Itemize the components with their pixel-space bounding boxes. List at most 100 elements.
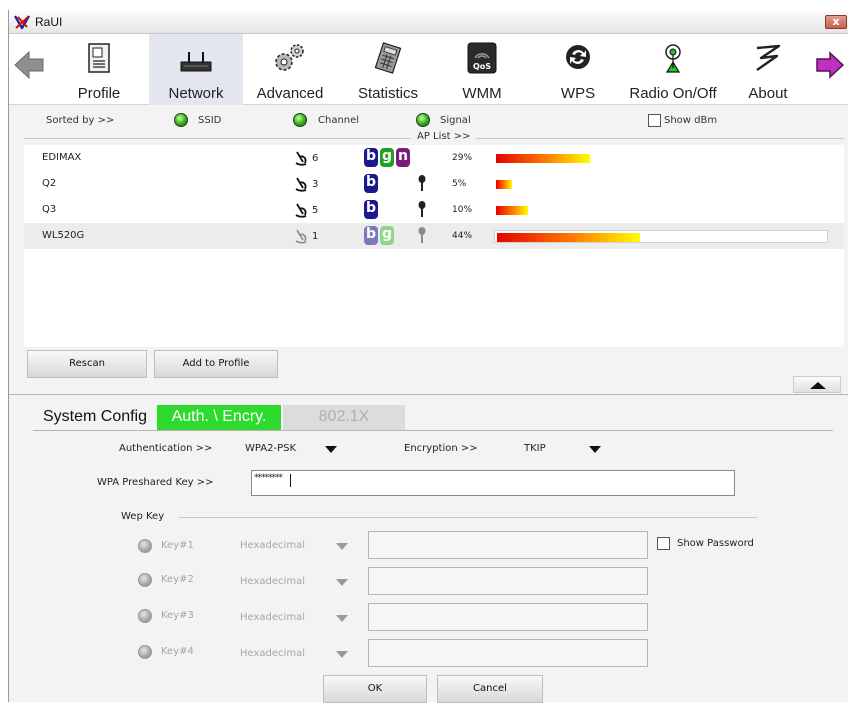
ok-button[interactable]: OK [323, 675, 427, 703]
psk-input[interactable]: ******** [251, 470, 735, 496]
ap-signal-percent: 29% [452, 153, 473, 163]
add-to-profile-button[interactable]: Add to Profile [154, 350, 278, 378]
ap-list-label: AP List >> [411, 131, 477, 142]
tab-system-config[interactable]: System Config [35, 405, 155, 431]
signal-bar [494, 204, 828, 217]
cancel-button[interactable]: Cancel [437, 675, 543, 703]
mode-b-badge: b [364, 148, 378, 167]
authentication-dropdown-icon[interactable] [325, 446, 337, 453]
lock-icon [418, 227, 426, 243]
wep-key2-format: Hexadecimal [240, 576, 305, 587]
wep-key1-dropdown-icon [336, 543, 348, 550]
channel-icon [295, 151, 307, 166]
wep-key2-radio[interactable] [138, 573, 152, 587]
ap-ssid: Q2 [42, 178, 57, 189]
wep-key3-label: Key#3 [161, 610, 194, 621]
signal-bar [494, 152, 828, 165]
wep-key2-input [368, 567, 648, 595]
psk-value: ******** [254, 473, 283, 483]
authentication-select[interactable]: WPA2-PSK [245, 443, 296, 454]
show-dbm-checkbox[interactable] [648, 114, 661, 127]
show-password-checkbox[interactable] [657, 537, 670, 550]
sort-ssid-radio[interactable] [174, 113, 188, 127]
toolbar-wmm[interactable]: QoS WMM [449, 34, 515, 105]
signal-bar [494, 230, 828, 243]
toolbar-network-label: Network [168, 85, 224, 102]
signal-bar-fill [497, 233, 640, 242]
toolbar-about-label: About [748, 85, 788, 102]
encryption-dropdown-icon[interactable] [589, 446, 601, 453]
ap-ssid: EDIMAX [42, 152, 82, 163]
wep-key3-dropdown-icon [336, 615, 348, 622]
sorted-by-label: Sorted by >> [46, 115, 115, 126]
raui-logo-icon [14, 15, 30, 29]
wep-key2-label: Key#2 [161, 574, 194, 585]
ap-row[interactable]: EDIMAX 6 b g n 29% [24, 145, 844, 171]
wep-key4-dropdown-icon [336, 651, 348, 658]
close-button[interactable]: x [825, 15, 847, 29]
mode-b-badge: b [364, 174, 378, 193]
channel-icon [295, 229, 307, 244]
ap-row[interactable]: Q3 5 b 10% [24, 197, 844, 223]
encryption-select[interactable]: TKIP [524, 443, 546, 454]
raui-window: RaUI x Profile Network Advanced Statisti… [8, 10, 848, 703]
toolbar-statistics[interactable]: Statistics [347, 34, 429, 105]
about-icon [756, 44, 781, 71]
mode-g-badge: g [380, 226, 394, 245]
sort-signal-radio[interactable] [416, 113, 430, 127]
signal-bar [494, 178, 828, 191]
channel-icon [295, 177, 307, 192]
toolbar-wps-label: WPS [560, 85, 596, 102]
tab-auth-encry[interactable]: Auth. \ Encry. [157, 405, 281, 431]
wep-key4-input [368, 639, 648, 667]
sort-signal-label: Signal [440, 115, 471, 126]
toolbar-profile-label: Profile [77, 85, 121, 102]
text-caret [290, 474, 291, 487]
wep-key1-radio[interactable] [138, 539, 152, 553]
toolbar-radio-onoff[interactable]: Radio On/Off [621, 34, 725, 105]
wep-key1-input [368, 531, 648, 559]
wep-key4-label: Key#4 [161, 646, 194, 657]
encryption-label: Encryption >> [404, 443, 478, 454]
ap-channel: 3 [312, 179, 319, 190]
ap-list: EDIMAX 6 b g n 29% Q2 3 b 5% Q3 5 b 10% … [24, 145, 844, 347]
authentication-label: Authentication >> [119, 443, 213, 454]
ap-signal-percent: 10% [452, 205, 473, 215]
toolbar-wmm-label: WMM [462, 85, 502, 102]
wps-icon [566, 45, 590, 69]
gears-icon [275, 44, 304, 71]
lock-icon [418, 175, 426, 191]
wep-key4-radio[interactable] [138, 645, 152, 659]
wep-key3-input [368, 603, 648, 631]
forward-arrow-icon[interactable] [815, 50, 845, 80]
wep-key1-format: Hexadecimal [240, 540, 305, 551]
toolbar-advanced-label: Advanced [256, 85, 324, 102]
sort-channel-radio[interactable] [293, 113, 307, 127]
wep-key3-radio[interactable] [138, 609, 152, 623]
back-arrow-icon[interactable] [13, 50, 45, 80]
toolbar-network[interactable]: Network [149, 34, 243, 105]
ap-ssid: Q3 [42, 204, 57, 215]
tab-8021x: 802.1X [283, 405, 405, 431]
ap-signal-percent: 5% [452, 179, 467, 189]
ap-channel: 1 [312, 231, 319, 242]
mode-b-badge: b [364, 226, 378, 245]
toolbar-wps[interactable]: WPS [547, 34, 609, 105]
rescan-button[interactable]: Rescan [27, 350, 147, 378]
toolbar-profile[interactable]: Profile [65, 34, 133, 105]
toolbar-advanced[interactable]: Advanced [249, 34, 331, 105]
mode-b-badge: b [364, 200, 378, 219]
main-toolbar: Profile Network Advanced Statistics QoS … [9, 34, 848, 105]
ap-row-selected[interactable]: WL520G 1 b g 44% [24, 223, 844, 249]
show-dbm-label: Show dBm [664, 115, 718, 126]
toolbar-about[interactable]: About [737, 34, 799, 105]
qos-icon: QoS [467, 42, 497, 74]
collapse-button[interactable] [793, 376, 841, 393]
channel-icon [295, 203, 307, 218]
ap-row[interactable]: Q2 3 b 5% [24, 171, 844, 197]
tab-underline [33, 430, 833, 431]
ap-ssid: WL520G [42, 230, 85, 241]
wep-key2-dropdown-icon [336, 579, 348, 586]
signal-bar-fill [496, 180, 512, 189]
radio-antenna-icon [665, 44, 681, 73]
